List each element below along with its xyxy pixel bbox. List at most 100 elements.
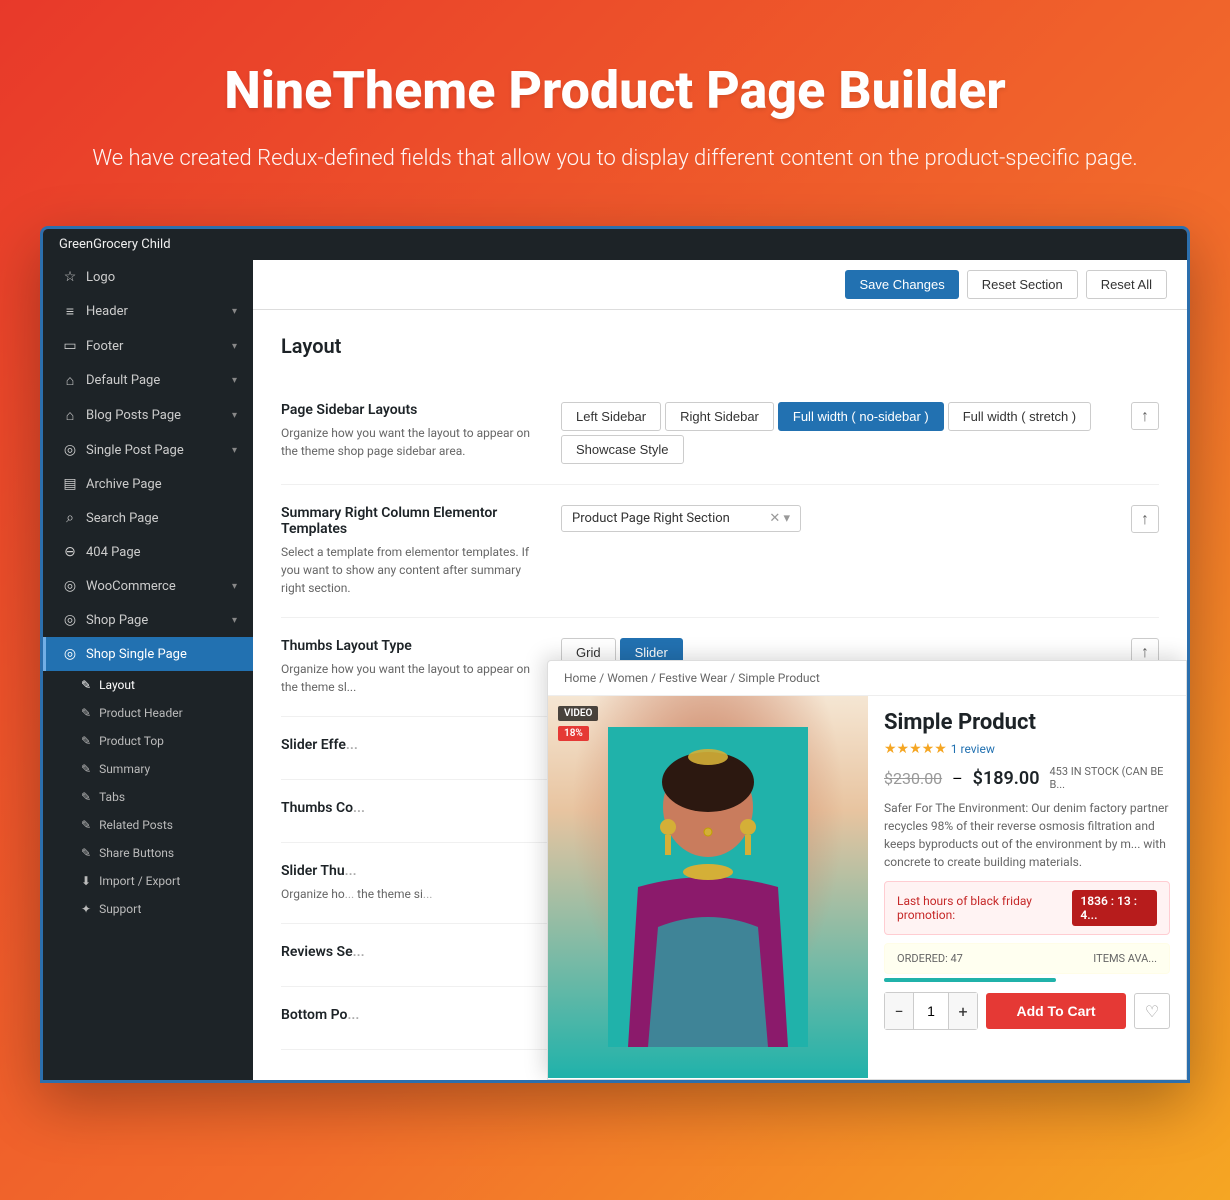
reset-section-button[interactable]: Reset Section	[967, 270, 1078, 299]
support-icon: ✦	[81, 902, 91, 916]
sidebar-item-404-page[interactable]: ⊖ 404 Page	[43, 535, 253, 569]
chevron-down-icon: ▾	[232, 445, 237, 456]
option-showcase-style[interactable]: Showcase Style	[561, 435, 684, 464]
collapse-arrow-icon[interactable]: ↑	[1131, 505, 1159, 533]
product-review-count: 1 review	[951, 742, 995, 756]
promo-timer: 1836 : 13 : 4...	[1072, 890, 1157, 926]
hero-description: We have created Redux-defined fields tha…	[20, 141, 1210, 176]
price-new: $189.00	[973, 768, 1040, 789]
promo-bar: Last hours of black friday promotion: 18…	[884, 881, 1170, 935]
sidebar-sub-label-import-export: Import / Export	[99, 874, 180, 888]
ui-container: GreenGrocery Child ☆ Logo ≡ Header ▾	[40, 226, 1190, 1083]
sidebar-item-single-post-page[interactable]: ◎ Single Post Page ▾	[43, 433, 253, 467]
single-page-icon: ◎	[62, 646, 78, 662]
product-description: Safer For The Environment: Our denim fac…	[884, 799, 1170, 871]
sidebar-item-search-page[interactable]: ⌕ Search Page	[43, 501, 253, 535]
sidebar-label-blog-posts-page: Blog Posts Page	[86, 408, 181, 423]
edit-icon: ✎	[81, 846, 91, 860]
product-breadcrumb: Home / Women / Festive Wear / Simple Pro…	[548, 661, 1186, 696]
top-bar: Save Changes Reset Section Reset All	[253, 260, 1187, 310]
sidebar-item-footer[interactable]: ▭ Footer ▾	[43, 329, 253, 363]
sidebar-item-woocommerce[interactable]: ◎ WooCommerce ▾	[43, 569, 253, 603]
sidebar-item-shop-single-page[interactable]: ◎ Shop Single Page	[43, 637, 253, 671]
product-info-panel: Simple Product ★★★★★ 1 review $230.00 – …	[868, 696, 1186, 1078]
chevron-down-icon: ▾	[232, 375, 237, 386]
sidebar-label-single-post-page: Single Post Page	[86, 443, 184, 458]
edit-icon: ✎	[81, 762, 91, 776]
hero-section: NineTheme Product Page Builder We have c…	[0, 0, 1230, 226]
product-stars: ★★★★★	[884, 741, 947, 757]
main-layout: ☆ Logo ≡ Header ▾ ▭ Footer ▾	[43, 260, 1187, 1080]
setting-label-reviews: Reviews Se...	[281, 944, 541, 960]
sidebar-item-logo[interactable]: ☆ Logo	[43, 260, 253, 294]
setting-label-thumbs-count: Thumbs Co...	[281, 800, 541, 816]
option-left-sidebar[interactable]: Left Sidebar	[561, 402, 661, 431]
sidebar-label-shop-page: Shop Page	[86, 613, 148, 628]
chevron-down-icon: ▾	[232, 581, 237, 592]
edit-icon: ✎	[81, 678, 91, 692]
option-right-sidebar[interactable]: Right Sidebar	[665, 402, 774, 431]
quantity-increase-button[interactable]: +	[949, 993, 977, 1029]
circle-icon: ◎	[62, 442, 78, 458]
product-image-area: VIDEO 18%	[548, 696, 868, 1078]
home-icon: ⌂	[62, 372, 78, 389]
sidebar-sub-item-layout[interactable]: ✎ Layout	[43, 671, 253, 699]
add-to-cart-button[interactable]: Add To Cart	[986, 993, 1126, 1029]
sidebar-sub-item-tabs[interactable]: ✎ Tabs	[43, 783, 253, 811]
sidebar-sub-item-product-header[interactable]: ✎ Product Header	[43, 699, 253, 727]
admin-bar: GreenGrocery Child	[43, 229, 1187, 260]
select-value: Product Page Right Section	[572, 511, 730, 526]
product-title: Simple Product	[884, 710, 1170, 735]
sidebar-item-archive-page[interactable]: ▤ Archive Page	[43, 467, 253, 501]
sidebar-item-shop-page[interactable]: ◎ Shop Page ▾	[43, 603, 253, 637]
setting-label-summary-right-column: Summary Right Column Elementor Templates	[281, 505, 541, 537]
sidebar-sub-item-import-export[interactable]: ⬇ Import / Export	[43, 867, 253, 895]
collapse-arrow-icon[interactable]: ↑	[1131, 402, 1159, 430]
setting-desc-page-sidebar-layouts: Organize how you want the layout to appe…	[281, 424, 541, 460]
sidebar-sub-item-share-buttons[interactable]: ✎ Share Buttons	[43, 839, 253, 867]
sidebar: ☆ Logo ≡ Header ▾ ▭ Footer ▾	[43, 260, 253, 1080]
sidebar-sub-label-product-top: Product Top	[99, 734, 164, 748]
clear-select-icon[interactable]: ✕ ▾	[769, 511, 790, 526]
promo-text: Last hours of black friday promotion:	[897, 894, 1072, 922]
edit-icon: ✎	[81, 706, 91, 720]
setting-label-bottom-popup: Bottom Po...	[281, 1007, 541, 1023]
sidebar-sub-label-share-buttons: Share Buttons	[99, 846, 174, 860]
folder-icon: ▤	[62, 476, 78, 492]
monitor-icon: ▭	[62, 338, 78, 354]
stock-info: 453 IN STOCK (CAN BE B...	[1050, 765, 1171, 791]
sidebar-item-blog-posts-page[interactable]: ⌂ Blog Posts Page ▾	[43, 398, 253, 433]
option-full-width-no-sidebar[interactable]: Full width ( no-sidebar )	[778, 402, 944, 431]
settings-title: Layout	[281, 334, 1159, 358]
reset-all-button[interactable]: Reset All	[1086, 270, 1167, 299]
sidebar-item-default-page[interactable]: ⌂ Default Page ▾	[43, 363, 253, 398]
summary-template-select[interactable]: Product Page Right Section ✕ ▾	[561, 505, 801, 532]
home-icon: ⌂	[62, 407, 78, 424]
chevron-down-icon: ▾	[232, 341, 237, 352]
sidebar-label-woocommerce: WooCommerce	[86, 579, 176, 594]
chevron-down-icon: ▾	[232, 615, 237, 626]
edit-icon: ✎	[81, 818, 91, 832]
shop-icon: ◎	[62, 612, 78, 628]
sidebar-label-footer: Footer	[86, 339, 123, 354]
sidebar-label-shop-single-page: Shop Single Page	[86, 647, 187, 662]
option-full-width-stretch[interactable]: Full width ( stretch )	[948, 402, 1091, 431]
sidebar-label-logo: Logo	[86, 270, 115, 285]
quantity-input[interactable]	[913, 993, 949, 1029]
setting-label-thumbs-layout-type: Thumbs Layout Type	[281, 638, 541, 654]
star-icon: ☆	[62, 269, 78, 285]
order-bar: ORDERED: 47 ITEMS AVA...	[884, 943, 1170, 974]
sidebar-sub-item-related-posts[interactable]: ✎ Related Posts	[43, 811, 253, 839]
sidebar-layout-options: Left Sidebar Right Sidebar Full width ( …	[561, 402, 1111, 464]
add-to-cart-row: − + Add To Cart ♡	[884, 992, 1170, 1030]
video-badge: VIDEO	[558, 706, 598, 721]
wishlist-button[interactable]: ♡	[1134, 993, 1170, 1029]
edit-icon: ✎	[81, 790, 91, 804]
sidebar-sub-item-summary[interactable]: ✎ Summary	[43, 755, 253, 783]
quantity-decrease-button[interactable]: −	[885, 993, 913, 1029]
sidebar-sub-item-product-top[interactable]: ✎ Product Top	[43, 727, 253, 755]
sidebar-item-header[interactable]: ≡ Header ▾	[43, 294, 253, 329]
sidebar-sub-label-related-posts: Related Posts	[99, 818, 173, 832]
sidebar-sub-item-support[interactable]: ✦ Support	[43, 895, 253, 923]
save-changes-button[interactable]: Save Changes	[845, 270, 958, 299]
